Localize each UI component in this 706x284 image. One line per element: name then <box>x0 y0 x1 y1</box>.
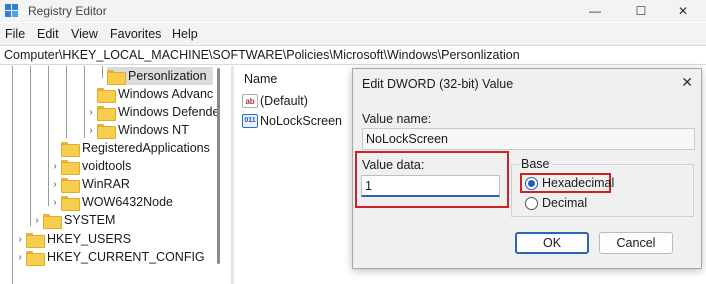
tree-item-hkey-current-config[interactable]: › HKEY_CURRENT_CONFIG <box>14 248 205 266</box>
tree-guide-line <box>102 66 103 78</box>
tree-item-label: Personlization <box>128 69 207 83</box>
value-row-nolockscreen[interactable]: 011 NoLockScreen <box>242 112 342 130</box>
folder-icon <box>61 195 80 211</box>
tree-guide-line <box>30 66 31 226</box>
registry-editor-icon <box>5 4 19 18</box>
column-header-name[interactable]: Name <box>244 72 277 86</box>
edit-dword-dialog: Edit DWORD (32-bit) Value ✕ Value name: … <box>352 68 702 269</box>
tree-item-label: Windows Defende <box>118 105 220 119</box>
value-data-label: Value data: <box>362 158 425 172</box>
folder-icon <box>61 159 80 175</box>
hexadecimal-radio[interactable]: Hexadecimal <box>525 176 614 190</box>
tree-item-label: WinRAR <box>82 177 130 191</box>
folder-icon <box>61 177 80 193</box>
maximize-button[interactable]: ☐ <box>618 0 664 22</box>
menu-favorites[interactable]: Favorites <box>110 27 161 41</box>
value-name: NoLockScreen <box>260 114 342 128</box>
value-name-text: NoLockScreen <box>366 132 448 146</box>
address-bar[interactable]: Computer\HKEY_LOCAL_MACHINE\SOFTWARE\Pol… <box>0 45 706 65</box>
tree-item-voidtools[interactable]: › voidtools <box>49 157 131 175</box>
tree-item-system[interactable]: › SYSTEM <box>31 211 115 229</box>
radio-selected-icon <box>525 176 538 190</box>
title-bar: Registry Editor — ☐ ✕ <box>0 0 706 22</box>
folder-icon <box>97 87 116 103</box>
close-button[interactable]: ✕ <box>660 0 706 22</box>
radio-unselected-icon <box>525 196 538 210</box>
chevron-right-icon[interactable]: › <box>49 161 61 172</box>
chevron-right-icon[interactable]: › <box>14 234 26 245</box>
value-data-input[interactable] <box>361 175 500 197</box>
tree-item-windows-nt[interactable]: › Windows NT <box>85 121 189 139</box>
tree-item-windows-advanc[interactable]: Windows Advanc <box>85 85 213 103</box>
folder-icon <box>26 250 45 266</box>
folder-icon <box>97 123 116 139</box>
menu-file[interactable]: File <box>5 27 25 41</box>
chevron-right-icon[interactable]: › <box>31 215 43 226</box>
radio-label: Decimal <box>542 196 588 210</box>
ok-button[interactable]: OK <box>515 232 589 254</box>
cancel-button[interactable]: Cancel <box>599 232 673 254</box>
tree-item-hkey-users[interactable]: › HKEY_USERS <box>14 230 131 248</box>
tree-item-wow6432node[interactable]: › WOW6432Node <box>49 193 173 211</box>
tree-scrollbar[interactable] <box>217 68 220 264</box>
chevron-right-icon[interactable]: › <box>49 197 61 208</box>
value-name-field: NoLockScreen <box>362 128 695 150</box>
decimal-radio[interactable]: Decimal <box>525 196 587 210</box>
base-label: Base <box>519 157 552 171</box>
radio-label: Hexadecimal <box>542 176 615 190</box>
folder-icon <box>26 232 45 248</box>
dword-value-icon: 011 <box>242 114 258 128</box>
address-path: Computer\HKEY_LOCAL_MACHINE\SOFTWARE\Pol… <box>4 48 520 62</box>
tree-item-label: Windows NT <box>118 123 189 137</box>
minimize-button[interactable]: — <box>572 0 618 22</box>
chevron-right-icon[interactable]: › <box>14 252 26 263</box>
menu-help[interactable]: Help <box>172 27 198 41</box>
window-title: Registry Editor <box>28 4 107 18</box>
menu-edit[interactable]: Edit <box>37 27 59 41</box>
folder-icon <box>43 213 62 229</box>
folder-icon <box>61 141 80 157</box>
dialog-title: Edit DWORD (32-bit) Value <box>362 77 514 91</box>
tree-guide-line <box>12 66 13 284</box>
value-row-default[interactable]: ab (Default) <box>242 92 308 110</box>
tree-item-label: HKEY_USERS <box>47 232 132 246</box>
tree-item-label: voidtools <box>82 159 132 173</box>
tree-item-winrar[interactable]: › WinRAR <box>49 175 130 193</box>
menu-view[interactable]: View <box>71 27 98 41</box>
tree-item-label: WOW6432Node <box>82 195 174 209</box>
folder-icon <box>97 105 116 121</box>
string-value-icon: ab <box>242 94 258 108</box>
tree-item-label: HKEY_CURRENT_CONFIG <box>47 250 205 264</box>
menu-bar: File Edit View Favorites Help <box>0 23 706 45</box>
tree-item-label: Windows Advanc <box>118 87 214 101</box>
folder-icon <box>107 69 126 85</box>
tree-item-windows-defende[interactable]: › Windows Defende <box>85 103 219 121</box>
chevron-right-icon[interactable]: › <box>85 107 97 118</box>
chevron-right-icon[interactable]: › <box>85 125 97 136</box>
tree-guide-line <box>66 66 67 138</box>
chevron-right-icon[interactable]: › <box>49 179 61 190</box>
dialog-close-icon[interactable]: ✕ <box>681 74 693 91</box>
tree-item-label: RegisteredApplications <box>82 141 210 155</box>
value-name: (Default) <box>260 94 308 108</box>
tree-item-label: SYSTEM <box>64 213 116 227</box>
value-name-label: Value name: <box>362 112 432 126</box>
tree-item-registeredapplications[interactable]: RegisteredApplications <box>49 139 210 157</box>
tree-item-personlization[interactable]: Personlization <box>107 67 213 85</box>
